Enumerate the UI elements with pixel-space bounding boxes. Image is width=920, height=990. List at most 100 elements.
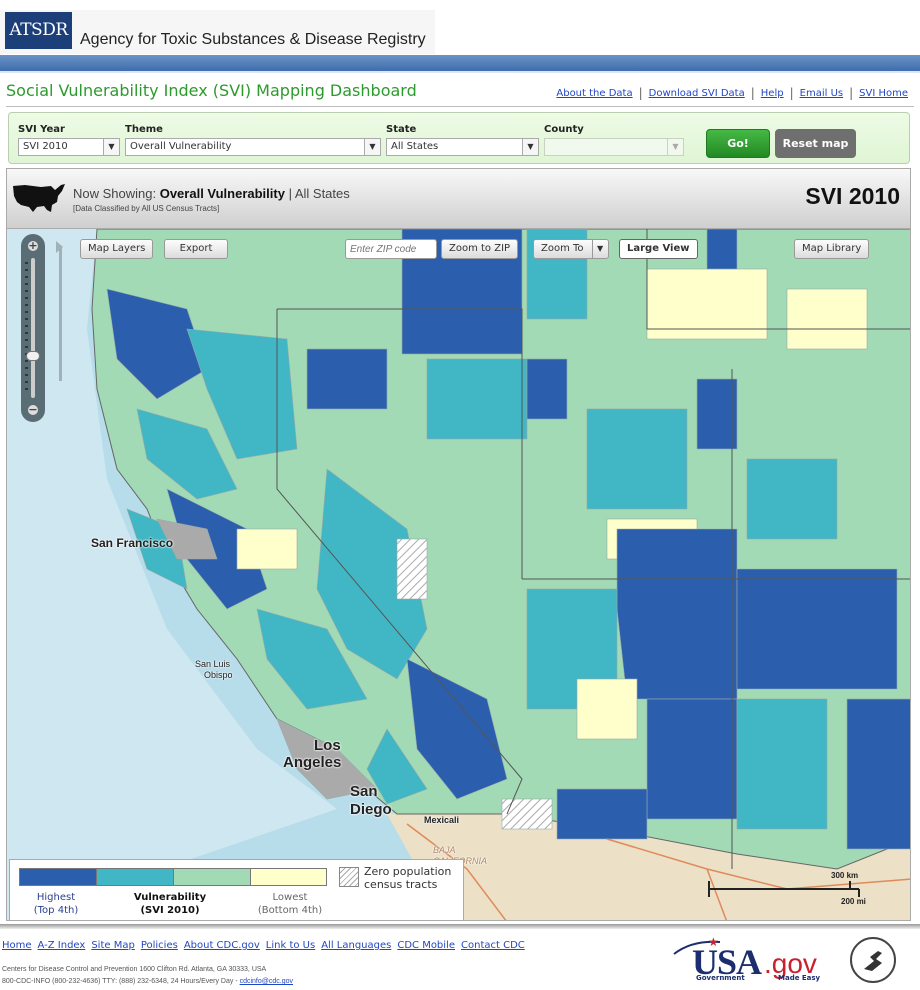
us-map-icon: [13, 184, 65, 212]
legend-swatch-lowest: [250, 868, 327, 886]
large-view-button[interactable]: Large View: [619, 239, 698, 259]
separator: |: [789, 86, 794, 100]
chevron-down-icon[interactable]: ▼: [103, 139, 119, 155]
legend-swatch-third: [173, 868, 251, 886]
footer-link-about[interactable]: About CDC.gov: [184, 940, 260, 951]
address-line: Centers for Disease Control and Preventi…: [2, 966, 267, 973]
map-library-button[interactable]: Map Library: [794, 239, 870, 259]
legend-lowest-sub: (Bottom 4th): [257, 905, 323, 916]
legend-zero-label: Zero population: [364, 865, 452, 878]
footer-link-mobile[interactable]: CDC Mobile: [397, 940, 455, 951]
theme-value: Overall Vulnerability: [130, 141, 232, 152]
zoom-thumb[interactable]: [26, 351, 40, 361]
zoom-ticks: [25, 262, 28, 394]
svi-year-value: SVI 2010: [23, 141, 68, 152]
footer-link-sitemap[interactable]: Site Map: [91, 940, 134, 951]
download-link[interactable]: Download SVI Data: [649, 88, 745, 99]
city-label-angeles: Angeles: [283, 754, 342, 771]
page-title: Social Vulnerability Index (SVI) Mapping…: [6, 81, 417, 100]
footer-address: Centers for Disease Control and Preventi…: [2, 964, 293, 988]
map-view[interactable]: + − Map Layers Export Zoom to ZIP Zoom T…: [6, 228, 911, 921]
city-label-diego: Diego: [350, 801, 392, 818]
about-data-link[interactable]: About the Data: [556, 88, 632, 99]
separator: |: [284, 186, 295, 201]
footer-link-linktous[interactable]: Link to Us: [266, 940, 315, 951]
svi-year-select[interactable]: SVI 2010 ▼: [18, 138, 120, 156]
zoom-to-label: Zoom To: [541, 243, 584, 254]
phone-text: 800-CDC-INFO (800-232-4636) TTY: (888) 2…: [2, 978, 240, 985]
atsdr-logo[interactable]: ATSDR: [5, 12, 72, 49]
state-value: All States: [391, 141, 439, 152]
legend-title-sub: (SVI 2010): [140, 905, 200, 916]
agency-name: Agency for Toxic Substances & Disease Re…: [80, 31, 426, 48]
usagov-logo[interactable]: ★ USA .gov Government Made Easy: [672, 935, 832, 984]
now-showing-theme: Overall Vulnerability: [159, 186, 285, 201]
zoom-in-icon[interactable]: +: [26, 239, 40, 253]
theme-select[interactable]: Overall Vulnerability ▼: [125, 138, 381, 156]
now-showing-prefix: Now Showing:: [73, 186, 160, 201]
separator: |: [638, 86, 643, 100]
separator: |: [849, 86, 854, 100]
footer-link-languages[interactable]: All Languages: [321, 940, 391, 951]
svi-year-label: SVI Year: [18, 124, 65, 135]
filter-panel: SVI Year SVI 2010 ▼ Theme Overall Vulner…: [8, 112, 910, 164]
legend-swatch-highest: [19, 868, 97, 886]
legend-lowest: Lowest (Bottom 4th): [246, 891, 334, 917]
map-layers-button[interactable]: Map Layers: [80, 239, 154, 259]
map-legend: Highest (Top 4th) Vulnerability (SVI 201…: [9, 859, 464, 920]
legend-lowest-label: Lowest: [272, 892, 308, 903]
scale-bar-lines: [708, 881, 860, 897]
footer-link-contact[interactable]: Contact CDC: [461, 940, 525, 951]
email-link[interactable]: Email Us: [800, 88, 843, 99]
chevron-down-icon[interactable]: ▼: [522, 139, 538, 155]
go-button[interactable]: Go!: [706, 129, 770, 158]
header-bar: [0, 55, 920, 73]
usagov-tagline-2: Made Easy: [778, 974, 821, 982]
hhs-seal-icon[interactable]: [850, 937, 896, 983]
separator: |: [750, 86, 755, 100]
top-links: About the Data | Download SVI Data | Help |…: [556, 86, 908, 100]
footer-link-home[interactable]: Home: [2, 940, 32, 951]
zoom-track[interactable]: [31, 258, 35, 398]
footer-links: Home A-Z Index Site Map Policies About C…: [2, 940, 525, 951]
svi-home-link[interactable]: SVI Home: [859, 88, 908, 99]
scale-mi: 200 mi: [841, 897, 866, 906]
help-link[interactable]: Help: [761, 88, 784, 99]
footer-link-az[interactable]: A-Z Index: [38, 940, 86, 951]
theme-label: Theme: [125, 124, 163, 135]
chevron-down-icon[interactable]: ▼: [591, 240, 608, 258]
state-select[interactable]: All States ▼: [386, 138, 539, 156]
city-label-san-francisco: San Francisco: [91, 536, 174, 550]
hhs-eagle-icon: [864, 951, 882, 971]
scale-km: 300 km: [831, 871, 859, 880]
zoom-to-button[interactable]: Zoom To ▼: [533, 239, 609, 259]
zoom-slider[interactable]: + −: [21, 234, 45, 422]
scale-bar: 300 km 200 mi: [707, 859, 867, 919]
county-select[interactable]: ▼: [544, 138, 684, 156]
divider: [6, 106, 914, 107]
zip-input[interactable]: [345, 239, 437, 259]
zoom-out-icon[interactable]: −: [26, 403, 40, 417]
play-icon[interactable]: [56, 241, 63, 253]
legend-highest-sub: (Top 4th): [33, 905, 79, 916]
county-label: County: [544, 124, 584, 135]
chevron-down-icon[interactable]: ▼: [667, 139, 683, 155]
chevron-down-icon[interactable]: ▼: [364, 139, 380, 155]
legend-highest-label: Highest: [36, 892, 76, 903]
usagov-tagline-1: Government: [696, 974, 745, 982]
legend-title: Vulnerability (SVI 2010): [120, 891, 220, 917]
legend-zero-sub: census tracts: [364, 878, 438, 891]
legend-highest: Highest (Top 4th): [16, 891, 96, 917]
export-button[interactable]: Export: [164, 239, 228, 259]
hatch-swatch-icon: [339, 867, 359, 887]
legend-zero: Zero population census tracts: [364, 865, 451, 891]
footer-divider: [0, 924, 920, 929]
city-label-san-luis: San Luis: [195, 659, 231, 669]
email-link[interactable]: cdcinfo@cdc.gov: [240, 978, 293, 985]
city-label-los: Los: [314, 737, 341, 754]
transparency-track[interactable]: [59, 246, 62, 381]
state-label: State: [386, 124, 417, 135]
footer-link-policies[interactable]: Policies: [141, 940, 178, 951]
zoom-to-zip-button[interactable]: Zoom to ZIP: [441, 239, 519, 259]
reset-map-button[interactable]: Reset map: [775, 129, 856, 158]
